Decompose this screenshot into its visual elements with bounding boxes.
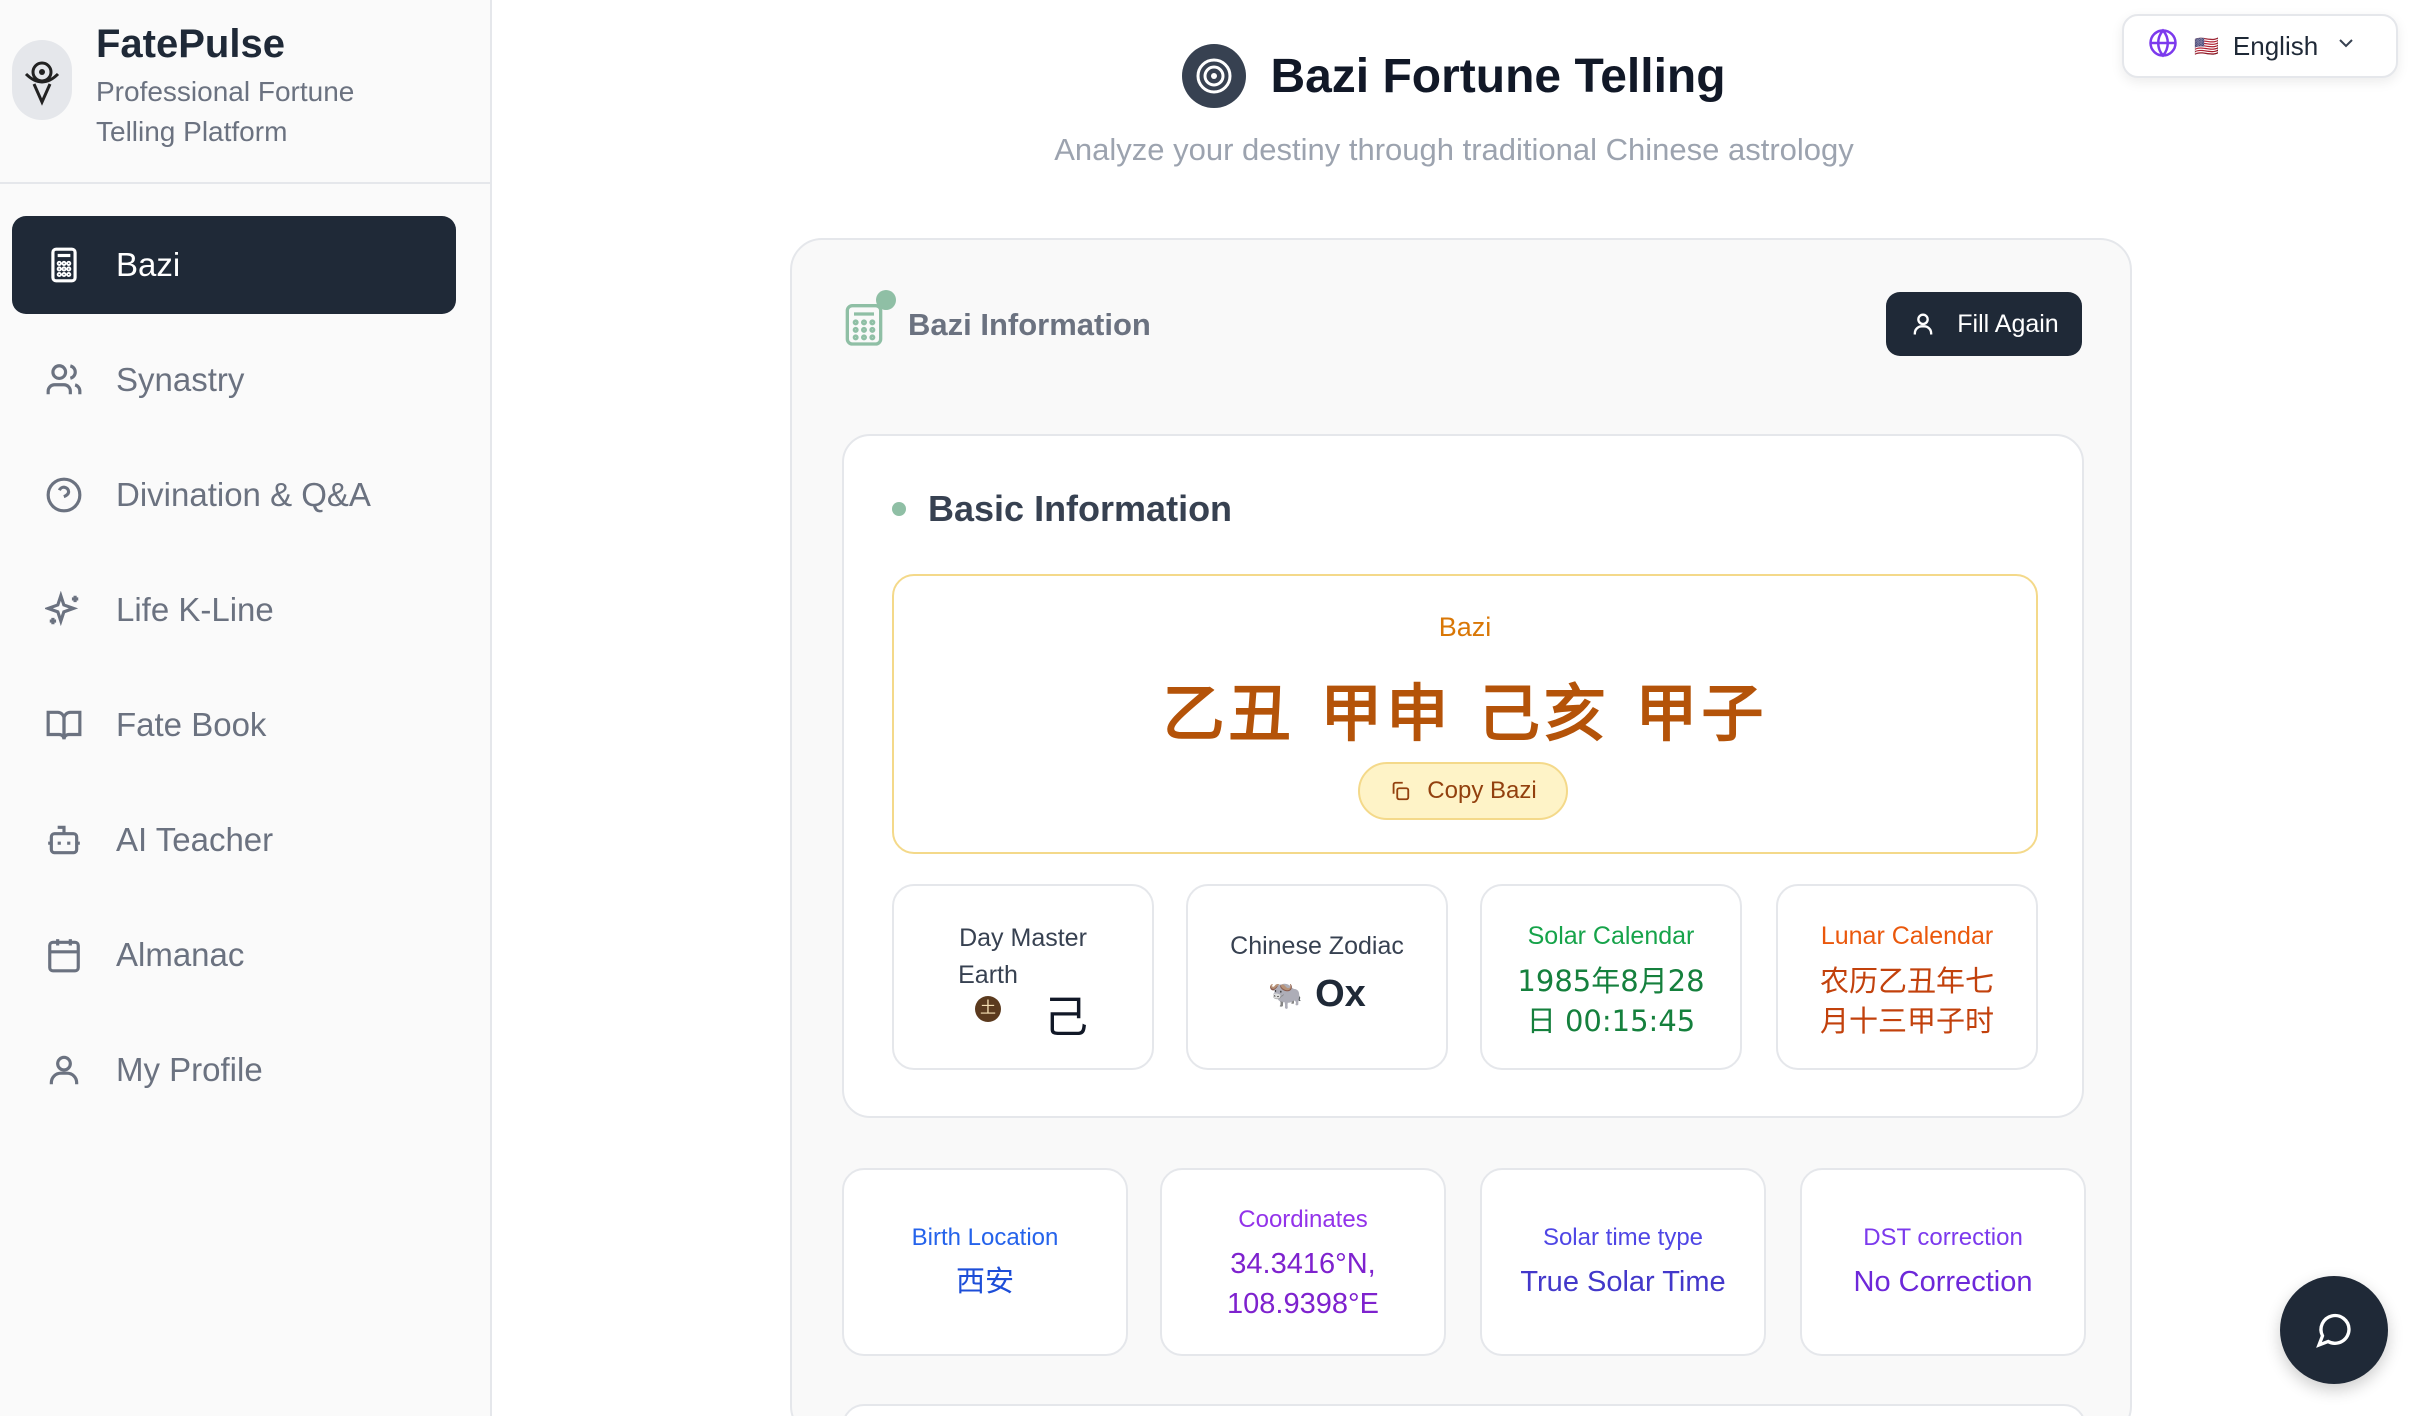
sidebar-item-label: My Profile (116, 1051, 263, 1088)
copy-bazi-button[interactable]: Copy Bazi (1358, 762, 1568, 820)
sidebar: FatePulse Professional Fortune Telling P… (0, 0, 492, 1416)
zodiac-label: Chinese Zodiac (1230, 932, 1404, 960)
info-tiles: Day Master Earth 土 己 Chinese Zodiac 🐃 Ox (892, 884, 2038, 1070)
brand-name: FatePulse (96, 22, 285, 66)
flag-icon: 🇺🇸 (2194, 35, 2219, 58)
sparkles-icon (44, 590, 84, 630)
sidebar-item-divination[interactable]: Divination & Q&A (12, 446, 456, 544)
app-root: FatePulse Professional Fortune Telling P… (0, 0, 2416, 1416)
users-icon (44, 360, 84, 400)
page-title: Bazi Fortune Telling (1270, 49, 1726, 103)
help-circle-icon (44, 475, 84, 515)
lunar-calendar-value: 农历乙丑年七月十三甲子时 (1819, 964, 1994, 1038)
dst-tile: DST correction No Correction (1800, 1168, 2086, 1356)
solar-time-tile: Solar time type True Solar Time (1480, 1168, 1766, 1356)
solar-time-label: Solar time type (1542, 1224, 1704, 1251)
sidebar-item-fate-book[interactable]: Fate Book (12, 676, 456, 774)
page-subtitle: Analyze your destiny through traditional… (1054, 132, 1854, 167)
sidebar-item-synastry[interactable]: Synastry (12, 331, 456, 429)
book-open-icon (44, 705, 84, 745)
copy-icon (1392, 781, 1410, 801)
brand-tagline: Professional Fortune Telling Platform (96, 76, 355, 147)
coordinates-label: Coordinates (1238, 1206, 1368, 1233)
section-bullet (892, 502, 906, 516)
sidebar-item-almanac[interactable]: Almanac (12, 906, 456, 1004)
lunar-calendar-label: Lunar Calendar (1820, 922, 1994, 950)
sidebar-item-label: Divination & Q&A (116, 476, 371, 513)
chat-button[interactable] (2280, 1276, 2388, 1384)
calendar-icon (44, 935, 84, 975)
basic-info-section: Basic Information Bazi 乙丑 甲申 己亥 甲子 Copy … (842, 434, 2084, 1118)
dst-label: DST correction (1863, 1224, 2023, 1251)
coordinates-value: 34.3416°N, 108.9398°E (1227, 1248, 1379, 1320)
message-circle-icon (2316, 1313, 2351, 1348)
language-label: English (2232, 30, 2319, 61)
coordinates-tile: Coordinates 34.3416°N, 108.9398°E (1160, 1168, 1446, 1356)
birth-location-label: Birth Location (911, 1224, 1059, 1251)
sidebar-item-ai-teacher[interactable]: AI Teacher (12, 791, 456, 889)
lunar-calendar-tile: Lunar Calendar 农历乙丑年七月十三甲子时 (1776, 884, 2038, 1070)
birth-location-tile: Birth Location 西安 (842, 1168, 1128, 1356)
bazi-label: Bazi (1438, 612, 1492, 642)
user-icon (44, 1050, 84, 1090)
sidebar-nav: Bazi Synastry Divination & Q&A Life K-Li… (0, 184, 490, 1119)
bot-icon (44, 820, 84, 860)
brand-header: FatePulse Professional Fortune Telling P… (0, 0, 490, 184)
fill-again-button[interactable]: Fill Again (1886, 292, 2082, 356)
logo-icon[interactable] (12, 40, 72, 120)
calculator-icon (844, 290, 896, 350)
globe-icon (2148, 28, 2178, 65)
earth-element-icon: 土 (974, 996, 1001, 1022)
sidebar-item-label: Synastry (116, 361, 245, 398)
next-section-card (842, 1404, 2086, 1416)
sidebar-item-life-kline[interactable]: Life K-Line (12, 561, 456, 659)
element-label: Earth (958, 961, 1018, 989)
bazi-info-card: Bazi Information Fill Again Basic Inform… (790, 238, 2132, 1416)
zodiac-value: Ox (1315, 973, 1366, 1015)
calculator-icon (44, 245, 84, 285)
sidebar-item-label: Bazi (116, 246, 181, 283)
solar-calendar-label: Solar Calendar (1527, 922, 1695, 950)
sidebar-item-label: AI Teacher (116, 821, 274, 858)
solar-time-value: True Solar Time (1520, 1266, 1726, 1298)
bazi-box: Bazi 乙丑 甲申 己亥 甲子 Copy Bazi (892, 574, 2038, 854)
dst-value: No Correction (1853, 1266, 2033, 1298)
card-title: Bazi Information (908, 307, 1151, 342)
sidebar-item-bazi[interactable]: Bazi (12, 216, 456, 314)
sidebar-item-my-profile[interactable]: My Profile (12, 1021, 456, 1119)
chevron-down-icon (2334, 31, 2358, 62)
location-tiles: Birth Location 西安 Coordinates 34.3416°N,… (842, 1168, 2086, 1356)
bazi-value: 乙丑 甲申 己亥 甲子 (1162, 677, 1768, 750)
day-master-stem: 己 (1043, 992, 1088, 1043)
status-dot (876, 290, 896, 310)
sidebar-item-label: Life K-Line (116, 591, 274, 628)
zodiac-tile: Chinese Zodiac 🐃 Ox (1186, 884, 1448, 1070)
sidebar-item-label: Fate Book (116, 706, 267, 743)
ox-icon: 🐃 (1268, 979, 1304, 1010)
language-selector[interactable]: 🇺🇸 English (2122, 14, 2398, 78)
solar-calendar-tile: Solar Calendar 1985年8月28日 00:15:45 (1480, 884, 1742, 1070)
yin-yang-icon (1182, 44, 1247, 108)
copy-label: Copy Bazi (1427, 777, 1537, 804)
day-master-label: Day Master (959, 924, 1087, 952)
solar-calendar-value: 1985年8月28日 00:15:45 (1517, 964, 1705, 1038)
user-icon (1913, 313, 1933, 335)
birth-location-value: 西安 (955, 1266, 1014, 1298)
day-master-tile: Day Master Earth 土 己 (892, 884, 1154, 1070)
fill-again-label: Fill Again (1957, 309, 2059, 338)
sidebar-item-label: Almanac (116, 936, 245, 973)
section-title: Basic Information (928, 488, 1233, 529)
